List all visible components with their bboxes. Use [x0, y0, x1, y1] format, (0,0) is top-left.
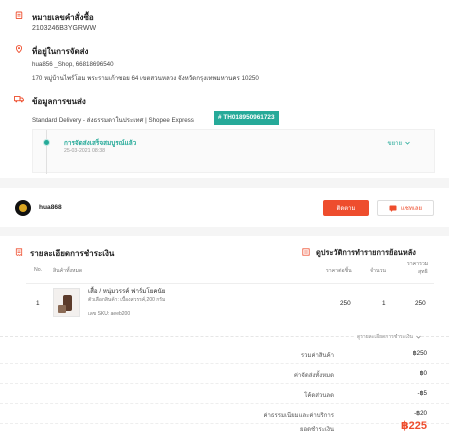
- location-pin-icon: [15, 45, 23, 53]
- col-no: No.: [34, 267, 43, 273]
- order-number: 2103246B3YGRWW: [32, 25, 97, 32]
- transaction-history-link[interactable]: ดูประวัติการทำรายการย้อนหลัง: [316, 247, 416, 259]
- total-row: ยอดชำระเงิน ฿225: [0, 418, 449, 440]
- payment-card: รายละเอียดการชำระเงิน ดูประวัติการทำรายก…: [0, 236, 449, 440]
- expand-label: ขยาย: [387, 141, 402, 147]
- shop-card: hua868 ติดตาม แชทเลย: [0, 188, 449, 227]
- summary-row: รวมค่าสินค้า ฿250: [0, 344, 449, 364]
- summary-value: ฿250: [412, 350, 427, 357]
- items-table-header: No. สินค้าทั้งหมด ราคาต่อชิ้น จำนวน ราคา…: [26, 261, 434, 284]
- item-qty: 1: [382, 300, 386, 307]
- shipping-title: ข้อมูลการขนส่ง: [32, 97, 86, 106]
- receipt-icon: [15, 248, 23, 256]
- summary-label: รวมค่าสินค้า: [300, 353, 334, 359]
- details-toggle-label: ดูรายละเอียดการชำระเงิน: [357, 334, 413, 340]
- timeline-line: [46, 130, 47, 174]
- tracking-timeline: การจัดส่งเสร็จสมบูรณ์แล้ว 25-03-2021 08:…: [32, 129, 435, 174]
- chat-button[interactable]: แชทเลย: [377, 200, 434, 216]
- order-info-card: หมายเลขคำสั่งซื้อ 2103246B3YGRWW ที่อยู่…: [0, 0, 449, 178]
- chevron-down-icon: [416, 335, 421, 339]
- payment-title: รายละเอียดการชำระเงิน: [30, 249, 115, 258]
- recipient-line: hua856 _Shop, 66818696540: [32, 61, 114, 68]
- order-number-label: หมายเลขคำสั่งซื้อ: [32, 13, 94, 22]
- tracking-number-badge[interactable]: # TH018950961723: [214, 111, 279, 125]
- item-subtotal: 250: [415, 300, 426, 307]
- timeline-dot: [43, 139, 50, 146]
- shipping-status-time: 25-03-2021 08:38: [64, 148, 105, 154]
- item-unit-price: 250: [340, 300, 351, 307]
- summary-label: โค้ดส่วนลด: [304, 393, 334, 399]
- col-subtotal-bottom: สุทธิ: [418, 269, 428, 275]
- product-name[interactable]: เสื้อ / หนุ่มวรรค์ ฟาร์มโยคนัย: [88, 286, 165, 296]
- col-qty: จำนวน: [370, 268, 386, 274]
- follow-button[interactable]: ติดตาม: [323, 200, 369, 216]
- table-row[interactable]: 1 เสื้อ / หนุ่มวรรค์ ฟาร์มโยคนัย ตัวเลือ…: [26, 284, 434, 326]
- clipboard-icon: [15, 11, 23, 19]
- address-title: ที่อยู่ในการจัดส่ง: [32, 47, 89, 56]
- summary-label: ค่าจัดส่งทั้งหมด: [293, 373, 334, 379]
- chat-label: แชทเลย: [400, 206, 423, 212]
- shipping-status: การจัดส่งเสร็จสมบูรณ์แล้ว: [64, 140, 137, 147]
- product-sku: เลข SKU: aeeb200: [88, 311, 131, 317]
- shop-name[interactable]: hua868: [39, 204, 62, 211]
- expand-button[interactable]: ขยาย: [387, 138, 410, 148]
- summary-value: -฿20: [414, 410, 427, 417]
- shop-avatar[interactable]: [15, 200, 31, 216]
- truck-icon: [14, 96, 24, 103]
- summary-row: โค้ดส่วนลด -฿5: [0, 384, 449, 404]
- total-value: ฿225: [400, 420, 427, 432]
- chat-icon: [389, 205, 397, 212]
- carrier-line: Standard Delivery - ส่งธรรมดาในประเทศ | …: [32, 117, 194, 124]
- total-label: ยอดชำระเงิน: [300, 427, 334, 433]
- payment-details-toggle[interactable]: ดูรายละเอียดการชำระเงิน: [355, 333, 421, 341]
- product-thumbnail[interactable]: [53, 288, 80, 317]
- summary-value: -฿5: [417, 390, 427, 397]
- item-no: 1: [36, 300, 40, 307]
- chevron-down-icon: [405, 141, 410, 145]
- product-variation: ตัวเลือกสินค้า: เบื้องสวรรค์,200 กรัม: [88, 297, 166, 303]
- col-unit-price: ราคาต่อชิ้น: [326, 268, 352, 274]
- col-product: สินค้าทั้งหมด: [53, 268, 83, 274]
- col-subtotal-top: ราคารวม: [407, 261, 429, 267]
- summary-value: ฿0: [419, 370, 427, 377]
- summary-row: ค่าจัดส่งทั้งหมด ฿0: [0, 364, 449, 384]
- address-line: 170 หมู่บ้านไพร์โฮม พระรามเก้าซอย 64 เขต…: [32, 75, 259, 82]
- history-icon: [302, 248, 310, 256]
